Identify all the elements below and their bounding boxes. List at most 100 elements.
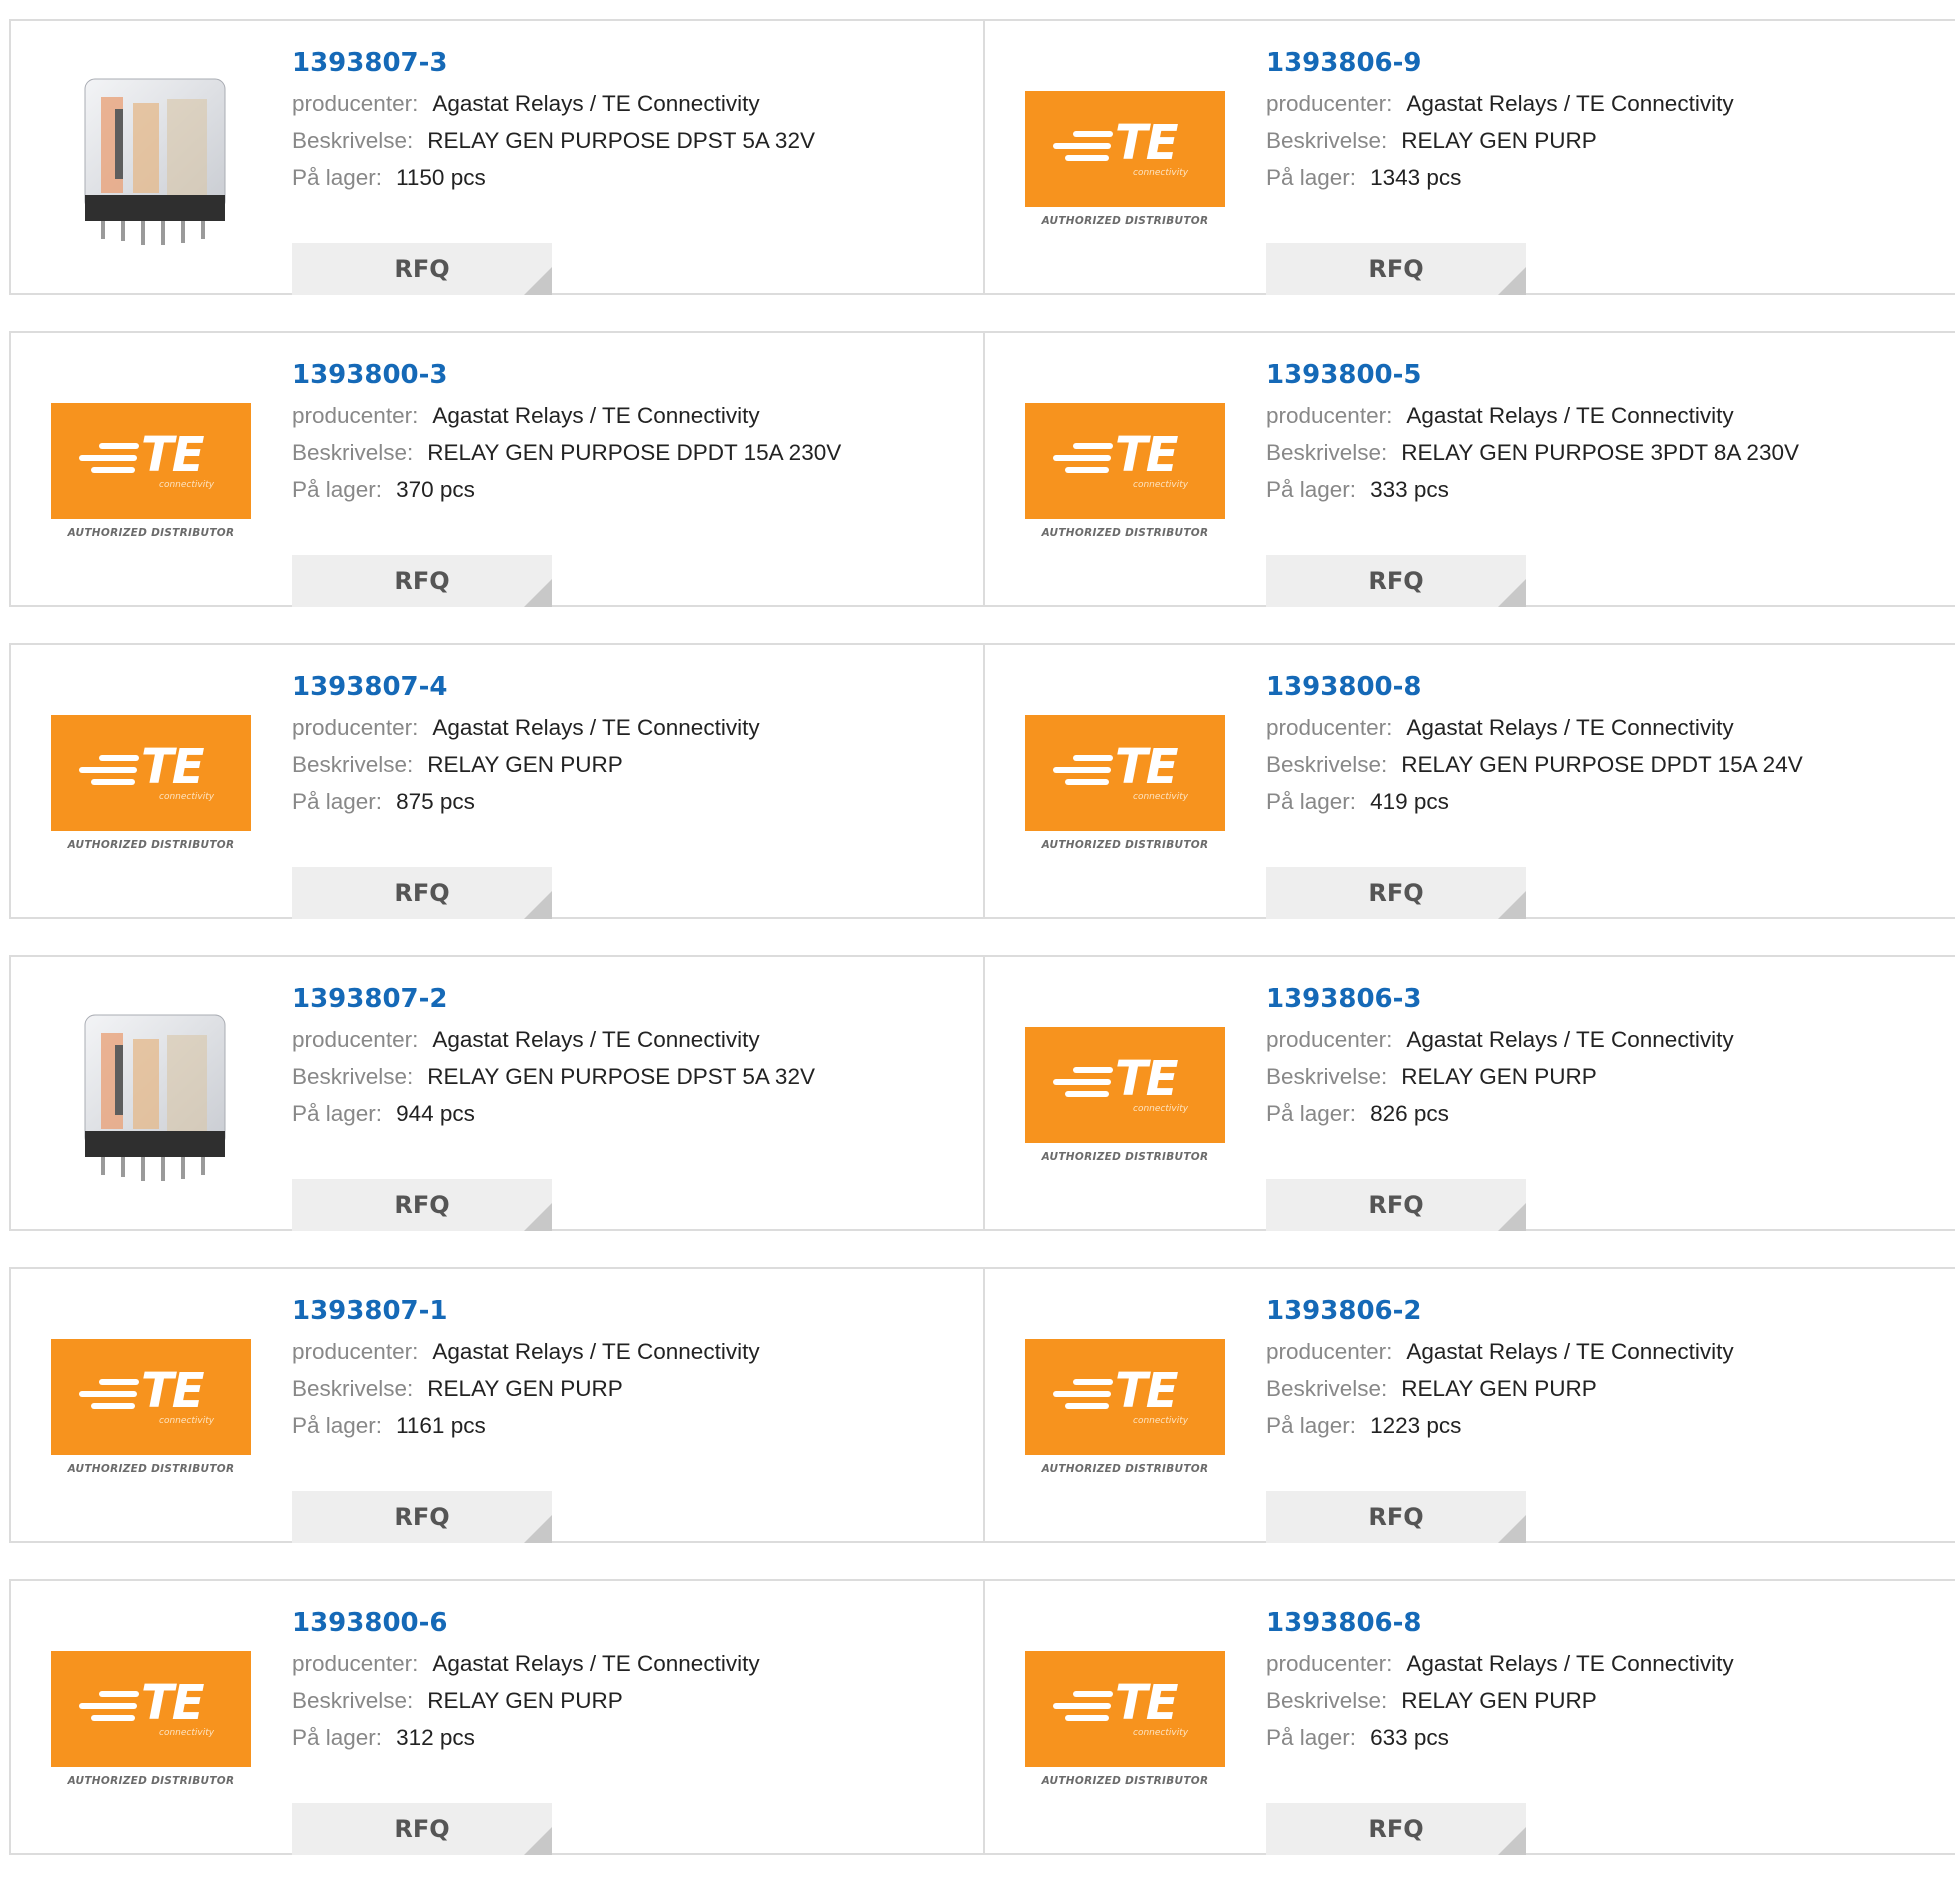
product-image[interactable]: TE connectivity AUTHORIZED DISTRIBUTOR bbox=[1025, 1629, 1225, 1813]
description-line: Beskrivelse: RELAY GEN PURPOSE DPST 5A 32… bbox=[292, 122, 973, 159]
product-info: 1393807-2 producenter: Agastat Relays / T… bbox=[292, 981, 973, 1231]
product-info: 1393806-9 producenter: Agastat Relays / T… bbox=[1266, 45, 1945, 295]
te-bars-icon bbox=[69, 755, 141, 785]
rfq-button[interactable]: RFQ bbox=[1266, 1179, 1526, 1231]
part-number-link[interactable]: 1393800-5 bbox=[1266, 357, 1422, 397]
stock-value: 944 pcs bbox=[396, 1101, 475, 1126]
corner-fold-icon bbox=[524, 891, 552, 919]
part-number-link[interactable]: 1393807-2 bbox=[292, 981, 448, 1021]
rfq-button[interactable]: RFQ bbox=[1266, 555, 1526, 607]
rfq-button[interactable]: RFQ bbox=[292, 243, 552, 295]
te-connectivity-logo: TE connectivity AUTHORIZED DISTRIBUTOR bbox=[51, 1651, 251, 1807]
manufacturer-line: producenter: Agastat Relays / TE Connecti… bbox=[1266, 1645, 1945, 1682]
stock-line: På lager: 826 pcs bbox=[1266, 1095, 1945, 1132]
rfq-button[interactable]: RFQ bbox=[1266, 243, 1526, 295]
rfq-label: RFQ bbox=[394, 567, 450, 595]
corner-fold-icon bbox=[1498, 579, 1526, 607]
product-image[interactable]: TE connectivity AUTHORIZED DISTRIBUTOR bbox=[51, 381, 251, 565]
authorized-distributor-text: AUTHORIZED DISTRIBUTOR bbox=[1041, 1463, 1209, 1475]
description-value: RELAY GEN PURPOSE DPST 5A 32V bbox=[427, 1064, 815, 1089]
description-label: Beskrivelse: bbox=[1266, 1064, 1388, 1089]
product-image[interactable]: TE connectivity AUTHORIZED DISTRIBUTOR bbox=[1025, 693, 1225, 877]
te-logo-letters: TE bbox=[1115, 1363, 1179, 1419]
te-logo-letters: TE bbox=[141, 1363, 205, 1419]
stock-line: På lager: 312 pcs bbox=[292, 1719, 973, 1756]
te-logo-letters: TE bbox=[1115, 739, 1179, 795]
manufacturer-line: producenter: Agastat Relays / TE Connecti… bbox=[1266, 1333, 1945, 1370]
rfq-label: RFQ bbox=[1368, 567, 1424, 595]
manufacturer-label: producenter: bbox=[1266, 715, 1393, 740]
product-image[interactable]: TE connectivity AUTHORIZED DISTRIBUTOR bbox=[1025, 1317, 1225, 1501]
product-image[interactable]: TE connectivity AUTHORIZED DISTRIBUTOR bbox=[51, 1317, 251, 1501]
authorized-distributor-text: AUTHORIZED DISTRIBUTOR bbox=[67, 839, 235, 851]
product-image[interactable]: TE connectivity AUTHORIZED DISTRIBUTOR bbox=[51, 693, 251, 877]
manufacturer-label: producenter: bbox=[1266, 1027, 1393, 1052]
te-connectivity-logo: TE connectivity AUTHORIZED DISTRIBUTOR bbox=[1025, 1651, 1225, 1807]
corner-fold-icon bbox=[524, 267, 552, 295]
rfq-button[interactable]: RFQ bbox=[292, 1179, 552, 1231]
te-connectivity-logo: TE connectivity AUTHORIZED DISTRIBUTOR bbox=[1025, 403, 1225, 559]
rfq-button[interactable]: RFQ bbox=[1266, 1491, 1526, 1543]
product-card: TE connectivity AUTHORIZED DISTRIBUTOR 1… bbox=[983, 21, 1955, 295]
product-card: TE connectivity AUTHORIZED DISTRIBUTOR 1… bbox=[983, 1581, 1955, 1855]
te-logo-box: TE connectivity bbox=[51, 403, 251, 519]
product-card: TE connectivity AUTHORIZED DISTRIBUTOR 1… bbox=[983, 333, 1955, 607]
rfq-label: RFQ bbox=[1368, 1503, 1424, 1531]
te-connectivity-logo: TE connectivity AUTHORIZED DISTRIBUTOR bbox=[1025, 1027, 1225, 1183]
product-row: TE connectivity AUTHORIZED DISTRIBUTOR 1… bbox=[9, 643, 1955, 919]
part-number-link[interactable]: 1393800-8 bbox=[1266, 669, 1422, 709]
description-line: Beskrivelse: RELAY GEN PURP bbox=[1266, 122, 1945, 159]
stock-label: På lager: bbox=[1266, 165, 1357, 190]
te-logo-letters: TE bbox=[1115, 427, 1179, 483]
te-bars-icon bbox=[1043, 755, 1115, 785]
rfq-label: RFQ bbox=[394, 879, 450, 907]
rfq-button[interactable]: RFQ bbox=[292, 555, 552, 607]
part-number-link[interactable]: 1393807-1 bbox=[292, 1293, 448, 1333]
corner-fold-icon bbox=[1498, 1203, 1526, 1231]
product-image[interactable]: TE connectivity AUTHORIZED DISTRIBUTOR bbox=[1025, 69, 1225, 253]
stock-line: På lager: 633 pcs bbox=[1266, 1719, 1945, 1756]
manufacturer-line: producenter: Agastat Relays / TE Connecti… bbox=[292, 397, 973, 434]
stock-line: På lager: 1161 pcs bbox=[292, 1407, 973, 1444]
description-line: Beskrivelse: RELAY GEN PURP bbox=[292, 1682, 973, 1719]
description-label: Beskrivelse: bbox=[1266, 752, 1388, 777]
product-image[interactable]: TE connectivity AUTHORIZED DISTRIBUTOR bbox=[1025, 1005, 1225, 1189]
product-image[interactable] bbox=[51, 69, 251, 253]
part-number-link[interactable]: 1393806-3 bbox=[1266, 981, 1422, 1021]
rfq-button[interactable]: RFQ bbox=[292, 1491, 552, 1543]
rfq-label: RFQ bbox=[1368, 879, 1424, 907]
rfq-button[interactable]: RFQ bbox=[292, 867, 552, 919]
product-image[interactable]: TE connectivity AUTHORIZED DISTRIBUTOR bbox=[1025, 381, 1225, 565]
stock-value: 875 pcs bbox=[396, 789, 475, 814]
description-label: Beskrivelse: bbox=[1266, 1688, 1388, 1713]
rfq-button[interactable]: RFQ bbox=[1266, 1803, 1526, 1855]
part-number-link[interactable]: 1393806-2 bbox=[1266, 1293, 1422, 1333]
part-number-link[interactable]: 1393806-9 bbox=[1266, 45, 1422, 85]
te-logo-box: TE connectivity bbox=[1025, 715, 1225, 831]
authorized-distributor-text: AUTHORIZED DISTRIBUTOR bbox=[1041, 527, 1209, 539]
description-value: RELAY GEN PURPOSE 3PDT 8A 230V bbox=[1401, 440, 1799, 465]
description-value: RELAY GEN PURP bbox=[427, 1688, 623, 1713]
manufacturer-value: Agastat Relays / TE Connectivity bbox=[432, 1651, 760, 1676]
product-image[interactable] bbox=[51, 1005, 251, 1189]
product-info: 1393800-3 producenter: Agastat Relays / T… bbox=[292, 357, 973, 607]
rfq-button[interactable]: RFQ bbox=[292, 1803, 552, 1855]
part-number-link[interactable]: 1393800-3 bbox=[292, 357, 448, 397]
description-value: RELAY GEN PURP bbox=[427, 1376, 623, 1401]
te-logo-sub: connectivity bbox=[1133, 1728, 1189, 1738]
te-logo-box: TE connectivity bbox=[1025, 403, 1225, 519]
manufacturer-value: Agastat Relays / TE Connectivity bbox=[1406, 1027, 1734, 1052]
rfq-button[interactable]: RFQ bbox=[1266, 867, 1526, 919]
part-number-link[interactable]: 1393800-6 bbox=[292, 1605, 448, 1645]
part-number-link[interactable]: 1393806-8 bbox=[1266, 1605, 1422, 1645]
te-logo-letters: TE bbox=[141, 427, 205, 483]
part-number-link[interactable]: 1393807-3 bbox=[292, 45, 448, 85]
rfq-label: RFQ bbox=[394, 1191, 450, 1219]
product-image[interactable]: TE connectivity AUTHORIZED DISTRIBUTOR bbox=[51, 1629, 251, 1813]
product-card: TE connectivity AUTHORIZED DISTRIBUTOR 1… bbox=[983, 1269, 1955, 1543]
product-card: TE connectivity AUTHORIZED DISTRIBUTOR 1… bbox=[11, 645, 983, 919]
part-number-link[interactable]: 1393807-4 bbox=[292, 669, 448, 709]
authorized-distributor-text: AUTHORIZED DISTRIBUTOR bbox=[1041, 215, 1209, 227]
product-info: 1393806-8 producenter: Agastat Relays / T… bbox=[1266, 1605, 1945, 1855]
description-label: Beskrivelse: bbox=[1266, 128, 1388, 153]
